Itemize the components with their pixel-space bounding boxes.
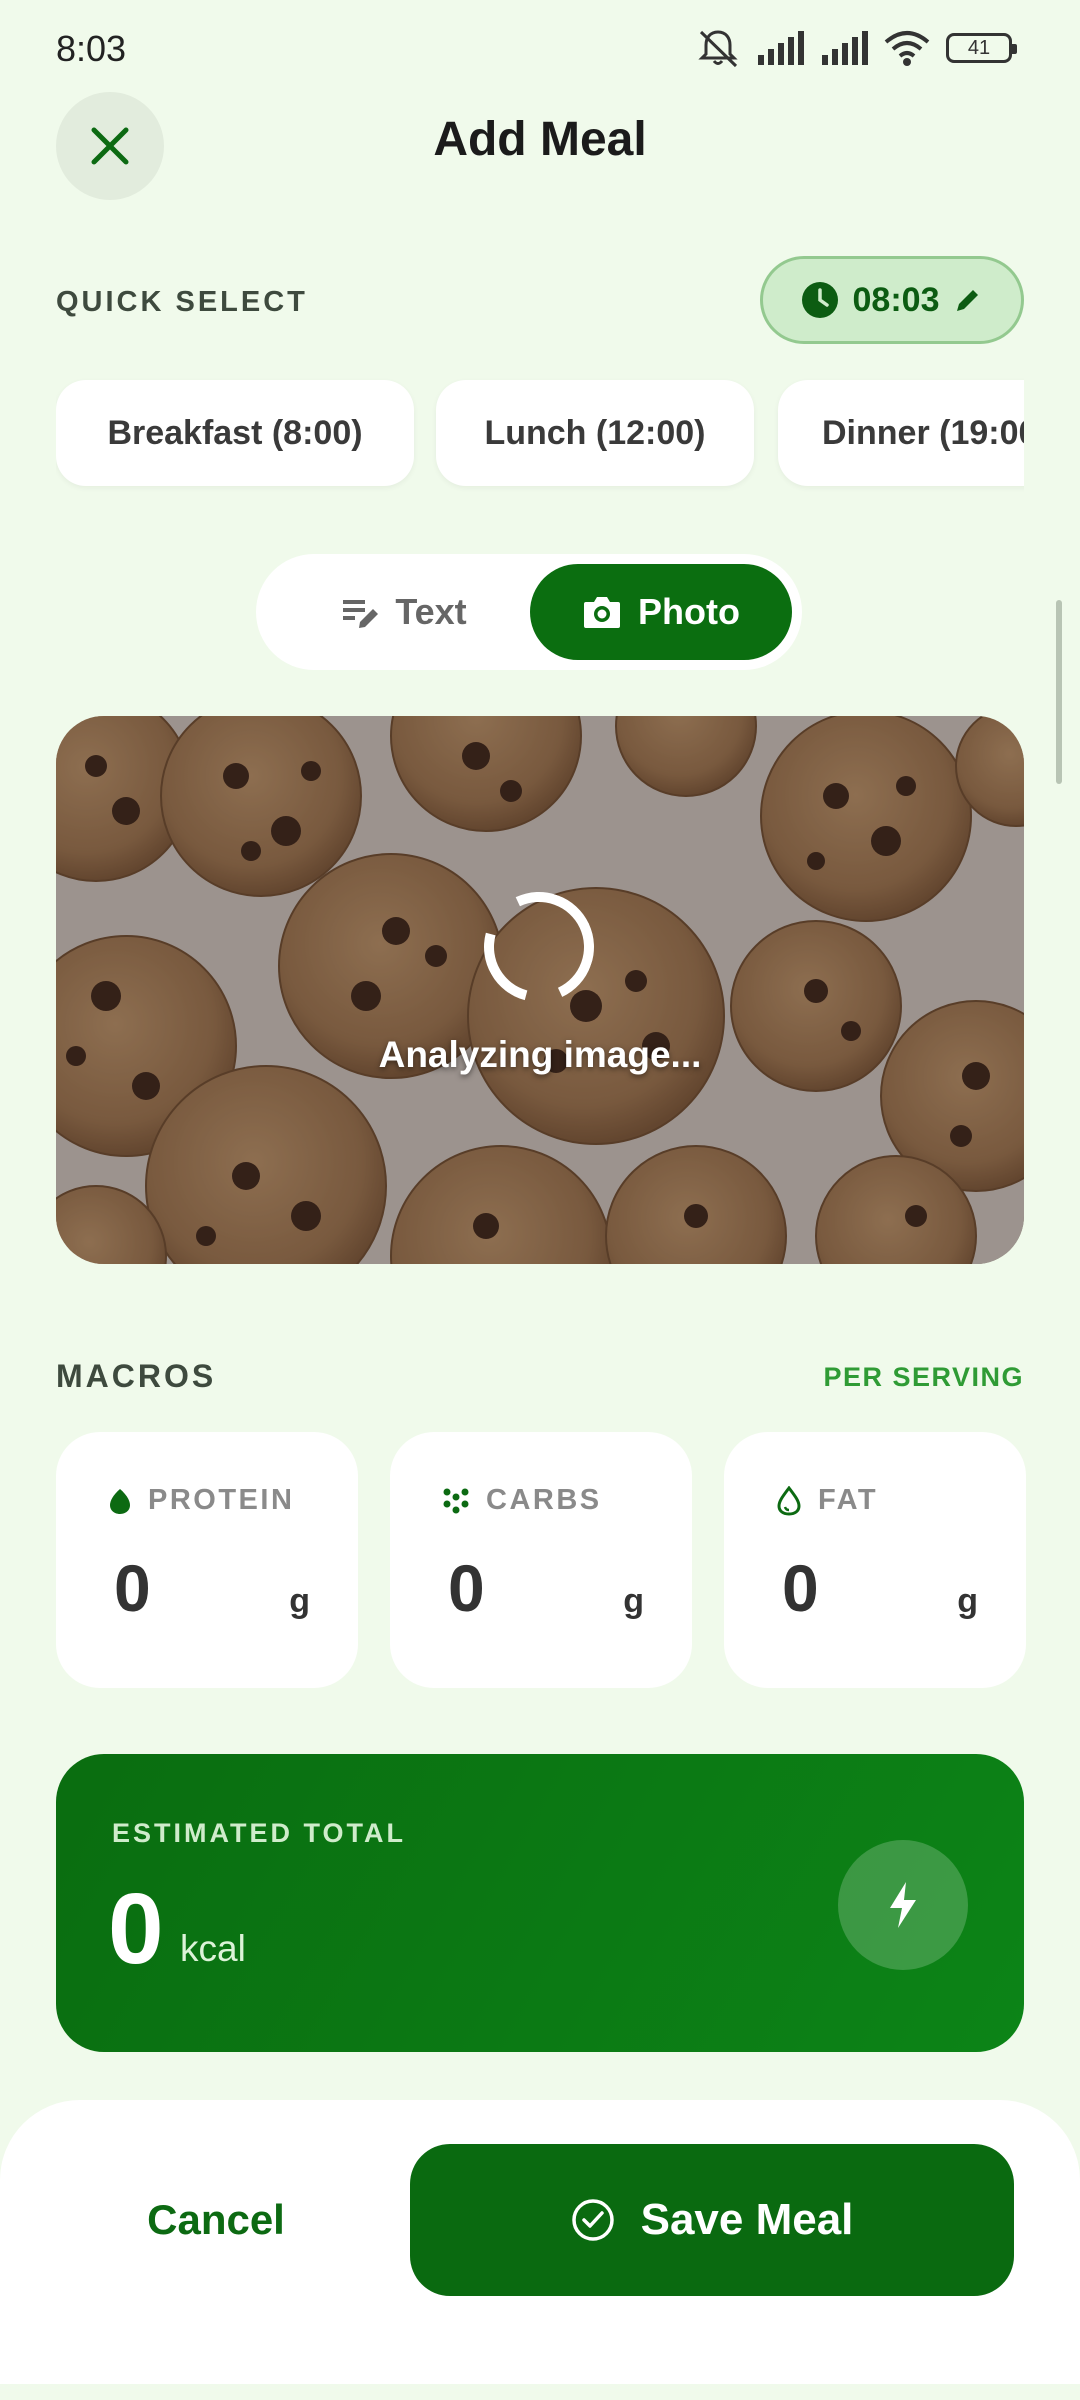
check-circle-icon	[571, 2199, 614, 2241]
macro-card-fat[interactable]: FAT 0 g	[724, 1432, 1026, 1688]
macro-name: CARBS	[486, 1484, 602, 1516]
analyzing-status: Analyzing image...	[378, 1034, 702, 1075]
clock-icon	[801, 282, 838, 318]
macro-value: 0	[782, 1551, 819, 1625]
macro-value: 0	[448, 1551, 485, 1625]
estimated-total-card: ESTIMATED TOTAL 0 kcal	[56, 1754, 1024, 2052]
macro-value: 0	[114, 1551, 151, 1625]
meal-chip-row: Breakfast (8:00) Lunch (12:00) Dinner (1…	[56, 370, 1024, 500]
drop-icon	[777, 1485, 801, 1516]
tab-text-label: Text	[395, 591, 467, 632]
total-unit: kcal	[180, 1928, 246, 1969]
macro-name: PROTEIN	[148, 1484, 295, 1516]
meal-chip-lunch[interactable]: Lunch (12:00)	[436, 380, 754, 486]
bolt-badge	[838, 1840, 968, 1970]
battery-icon: 41	[946, 33, 1017, 63]
quick-select-label: QUICK SELECT	[56, 286, 308, 318]
macro-head: FAT	[776, 1484, 878, 1517]
save-meal-label: Save Meal	[640, 2195, 854, 2244]
meal-chip-breakfast[interactable]: Breakfast (8:00)	[56, 380, 414, 486]
macro-unit: g	[957, 1582, 978, 1620]
macro-head: PROTEIN	[108, 1484, 294, 1517]
battery-level: 41	[967, 36, 991, 59]
page-title: Add Meal	[433, 113, 647, 166]
scrollbar[interactable]	[1056, 600, 1062, 784]
signal-icon	[758, 31, 804, 65]
macro-head: CARBS	[442, 1484, 602, 1517]
total-value: 0	[108, 1873, 164, 1985]
tab-photo-label: Photo	[638, 591, 740, 632]
notifications-off-icon	[698, 30, 738, 68]
macro-unit: g	[289, 1582, 310, 1620]
bolt-icon	[890, 1882, 916, 1928]
save-meal-button[interactable]: Save Meal	[410, 2144, 1014, 2296]
cancel-button[interactable]: Cancel	[56, 2144, 376, 2296]
macros-label: MACROS	[56, 1358, 217, 1394]
macro-name: FAT	[818, 1484, 879, 1516]
total-label: ESTIMATED TOTAL	[112, 1818, 406, 1848]
macro-card-protein[interactable]: PROTEIN 0 g	[56, 1432, 358, 1688]
grain-icon	[443, 1488, 469, 1513]
bottom-strip	[0, 2384, 1080, 2400]
tab-text[interactable]: Text	[286, 564, 522, 660]
time-value: 08:03	[852, 280, 940, 319]
camera-icon	[584, 597, 620, 628]
status-time: 8:03	[56, 28, 127, 69]
time-chip[interactable]: 08:03	[760, 256, 1024, 344]
status-icons: 41	[696, 28, 1017, 68]
text-edit-icon	[343, 600, 379, 628]
tab-photo[interactable]: Photo	[530, 564, 792, 660]
macro-unit: g	[623, 1582, 644, 1620]
signal-icon	[822, 31, 868, 65]
per-serving-label: PER SERVING	[823, 1362, 1024, 1392]
edit-icon	[957, 290, 979, 311]
meal-chip-dinner[interactable]: Dinner (19:00)	[778, 380, 1024, 486]
wifi-icon	[884, 31, 930, 66]
egg-icon	[110, 1488, 130, 1514]
macro-card-carbs[interactable]: CARBS 0 g	[390, 1432, 692, 1688]
